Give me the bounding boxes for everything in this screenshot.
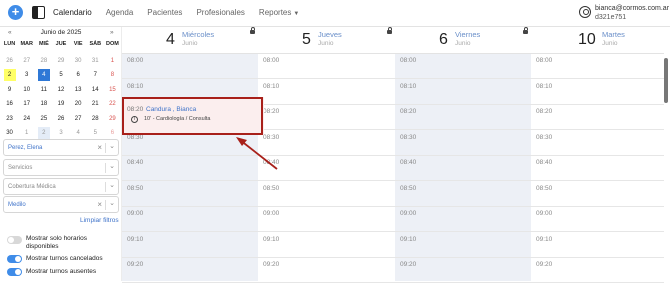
scrollbar[interactable] <box>664 58 668 103</box>
annotation-arrow <box>236 137 278 170</box>
arrow-line <box>239 139 278 170</box>
